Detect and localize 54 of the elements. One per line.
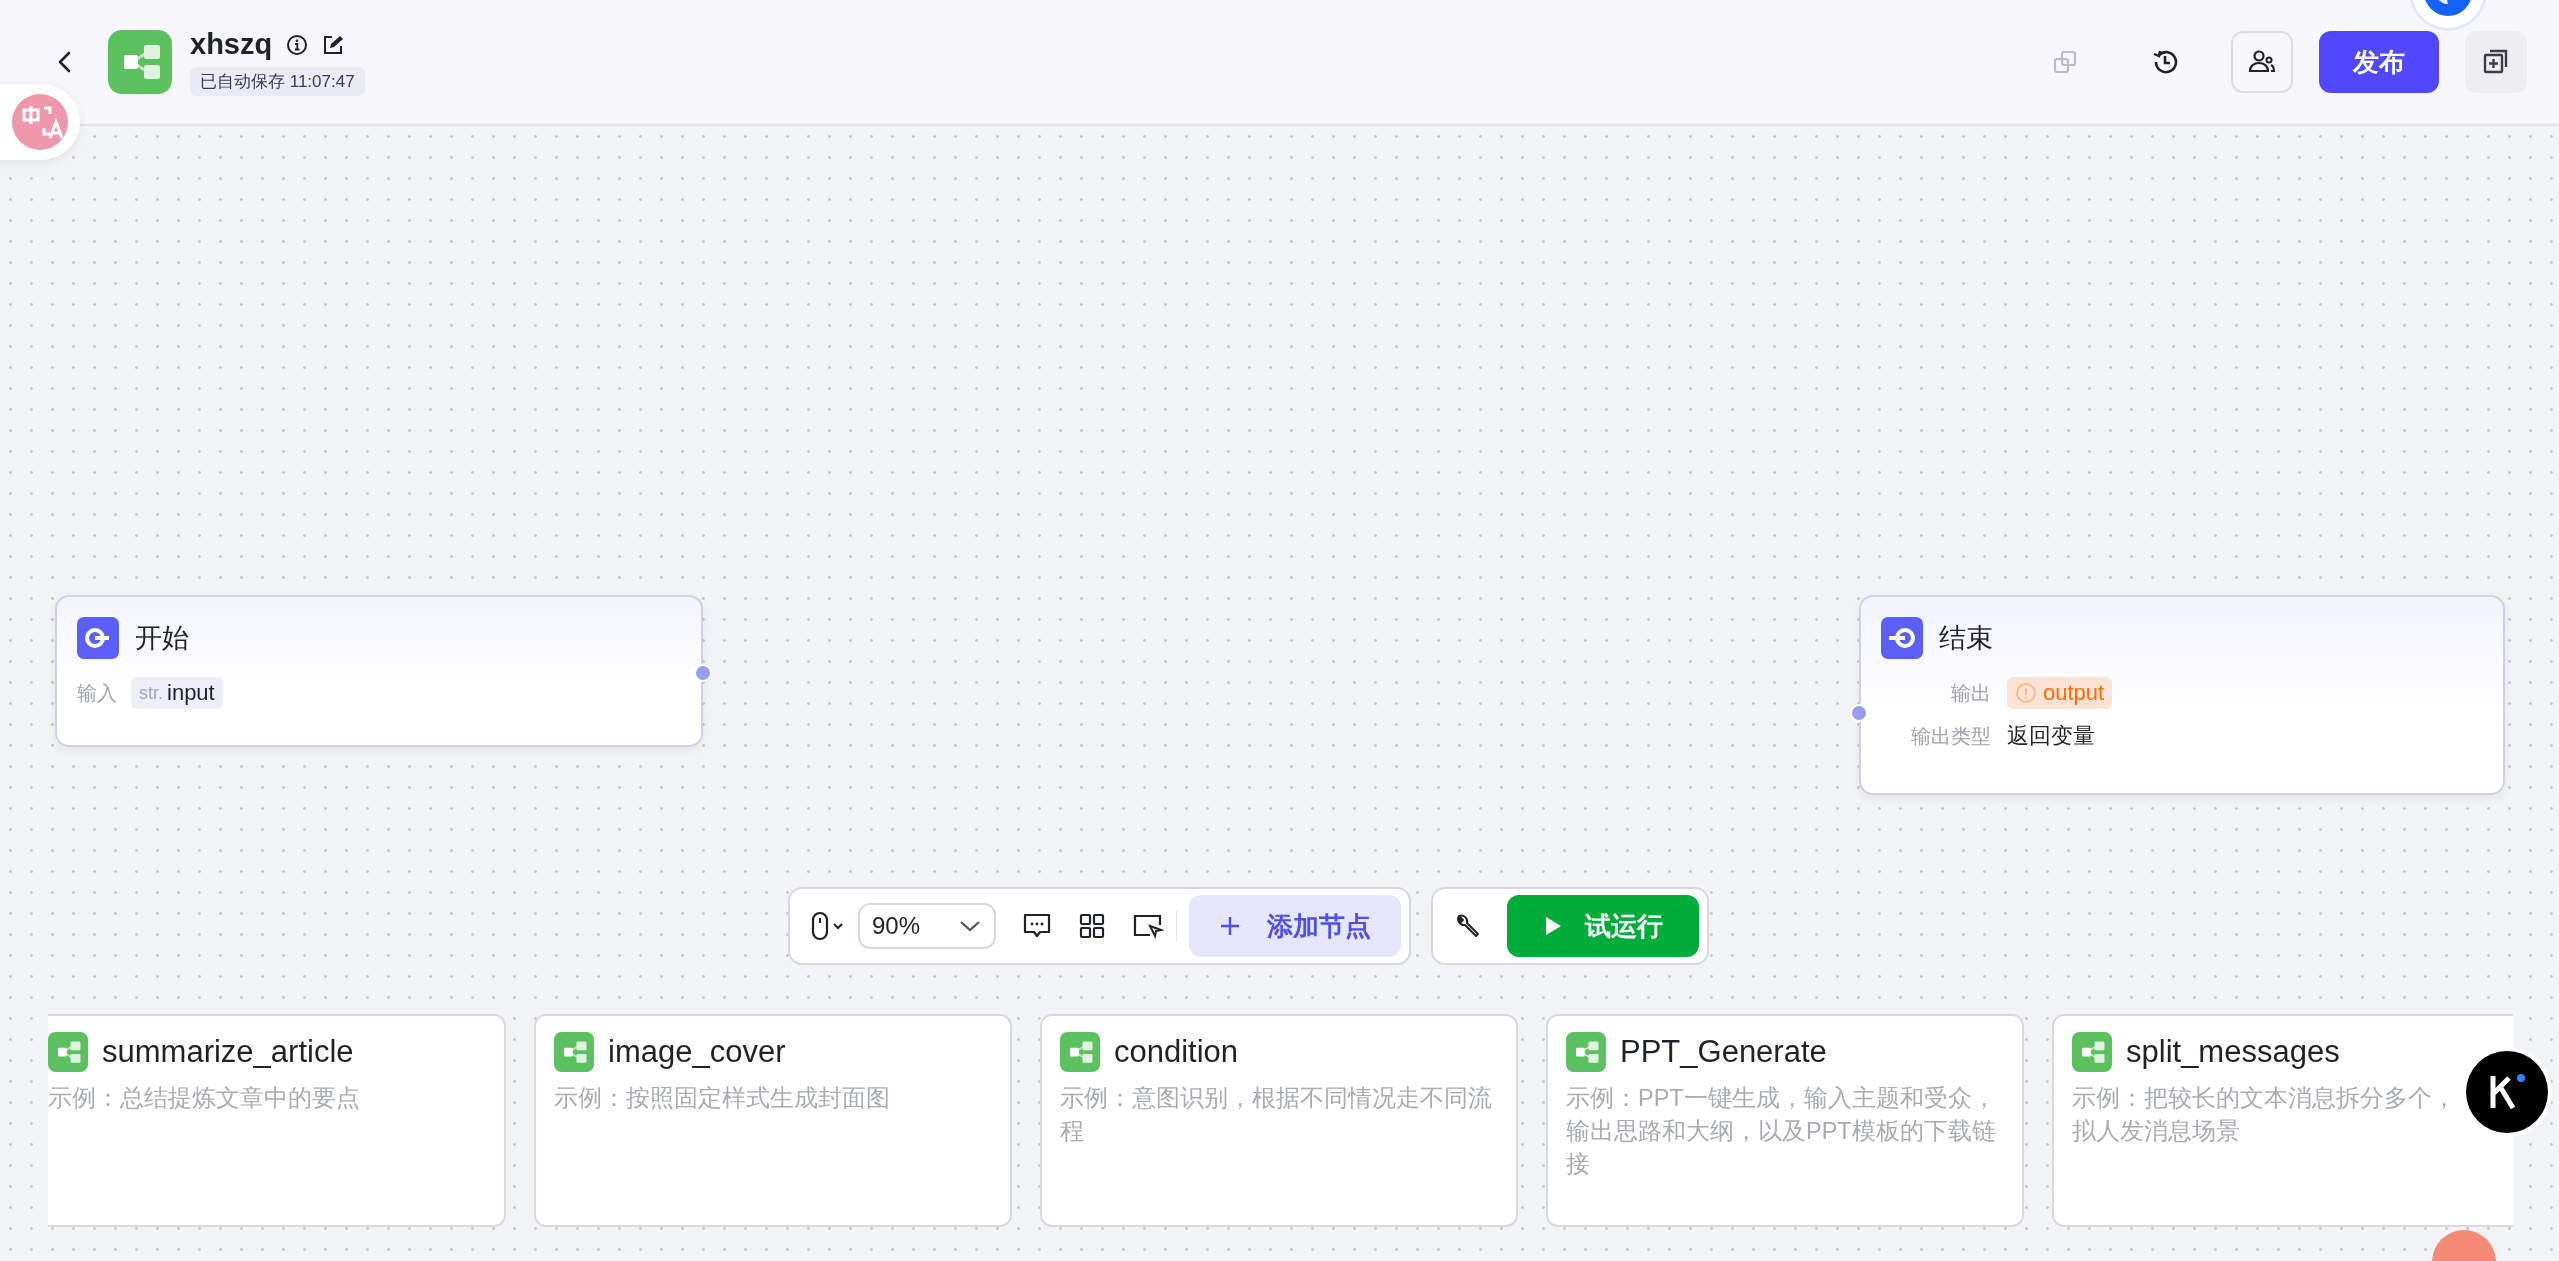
plus-icon: [1219, 915, 1241, 937]
node-title: 结束: [1939, 622, 1993, 655]
template-card[interactable]: image_cover 示例：按照固定样式生成封面图: [534, 1014, 1012, 1227]
template-card[interactable]: split_messages 示例：把较长的文本消息拆分多个，拟人发消息场景: [2052, 1014, 2513, 1227]
play-icon: [1543, 915, 1563, 937]
zoom-select[interactable]: 90%: [858, 903, 996, 949]
template-description: 示例：按照固定样式生成封面图: [554, 1084, 891, 1113]
users-icon: [2248, 49, 2276, 75]
input-port[interactable]: [1850, 704, 1868, 722]
template-card[interactable]: condition 示例：意图识别，根据不同情况走不同流程: [1040, 1014, 1518, 1227]
edit-icon[interactable]: [322, 33, 345, 56]
template-description: 示例：意图识别，根据不同情况走不同流程: [1060, 1084, 1493, 1146]
template-title: image_cover: [608, 1034, 786, 1070]
chevron-down-icon: [958, 918, 982, 934]
add-node-button[interactable]: 添加节点: [1189, 895, 1401, 957]
collaborators-button[interactable]: [2231, 31, 2293, 93]
template-description: 示例：总结提炼文章中的要点: [48, 1084, 361, 1113]
node-title: 开始: [135, 622, 189, 655]
template-description: 示例：把较长的文本消息拆分多个，拟人发消息场景: [2072, 1084, 2457, 1146]
end-icon: [1881, 617, 1923, 659]
variable-chip: output: [2007, 677, 2113, 709]
template-title: condition: [1114, 1034, 1239, 1070]
variable-chip: str. input: [131, 677, 223, 709]
add-copy-icon: [2482, 48, 2510, 76]
start-node[interactable]: 开始 输入 str. input: [55, 595, 703, 747]
minimap-icon[interactable]: [1132, 912, 1164, 940]
workflow-icon: [2072, 1032, 2112, 1072]
template-card[interactable]: summarize_article 示例：总结提炼文章中的要点: [48, 1014, 506, 1227]
workflow-icon: [1060, 1032, 1100, 1072]
workflow-icon: [1566, 1032, 1606, 1072]
template-title: split_messages: [2126, 1034, 2340, 1070]
info-icon[interactable]: [286, 33, 309, 56]
template-title: PPT_Generate: [1620, 1034, 1827, 1070]
mouse-icon: [810, 910, 846, 942]
workflow-icon: [48, 1032, 88, 1072]
field-label: 输出类型: [1910, 723, 1991, 749]
start-icon: [77, 617, 119, 659]
template-description: 示例：PPT一键生成，输入主题和受众，输出思路和大纲，以及PPT模板的下载链接: [1566, 1084, 1997, 1179]
workflow-app-icon: [108, 30, 172, 94]
end-node[interactable]: 结束 输出 output 输出类型 返回变量: [1859, 595, 2505, 795]
field-label: 输出: [1950, 680, 1991, 706]
interaction-mode-button[interactable]: [810, 910, 846, 942]
workflow-title: xhszq: [190, 28, 273, 61]
translate-icon: [12, 94, 68, 150]
autosave-badge: 已自动保存 11:07:47: [190, 67, 365, 96]
add-panel-button[interactable]: [2465, 31, 2527, 93]
workflow-icon: [554, 1032, 594, 1072]
field-value: 返回变量: [2007, 722, 2096, 750]
field-label: 输入: [77, 680, 117, 706]
template-title: summarize_article: [102, 1034, 354, 1070]
grid-icon[interactable]: [1078, 912, 1106, 940]
publish-button[interactable]: 发布: [2319, 31, 2439, 93]
template-card[interactable]: PPT_Generate 示例：PPT一键生成，输入主题和受众，输出思路和大纲，以及PPT模板的下载链接: [1546, 1014, 2024, 1227]
warning-icon: [2015, 682, 2037, 704]
